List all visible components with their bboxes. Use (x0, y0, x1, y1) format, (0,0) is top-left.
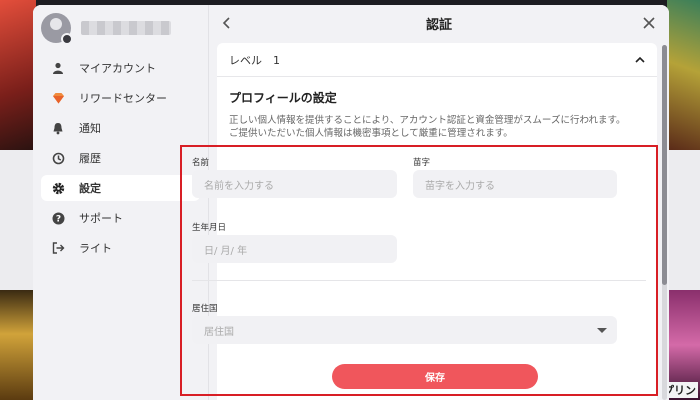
sidebar-item-rewards[interactable]: リワードセンター (41, 85, 200, 111)
avatar[interactable] (41, 13, 73, 45)
chevron-up-icon (635, 56, 645, 63)
back-button[interactable] (217, 13, 237, 33)
birthdate-input[interactable]: 日/ 月/ 年 (192, 235, 397, 263)
help-icon: ? (51, 211, 65, 225)
profile-section-title: プロフィールの設定 (229, 91, 337, 105)
close-icon (643, 17, 655, 29)
panel-header: 認証 (209, 5, 669, 41)
sidebar-item-label: ライト (79, 242, 112, 255)
gem-icon (51, 91, 65, 105)
sidebar-item-history[interactable]: 履歴 (41, 145, 200, 171)
first-name-label: 名前 (192, 158, 210, 168)
user-icon (51, 61, 65, 75)
gear-icon (51, 181, 65, 195)
level-accordion[interactable]: レベル 1 (217, 43, 657, 77)
logout-icon (51, 241, 65, 255)
birthdate-label: 生年月日 (192, 223, 227, 233)
caret-down-icon (597, 328, 607, 333)
svg-text:?: ? (55, 214, 60, 224)
country-select[interactable]: 居住国 (192, 316, 617, 344)
sidebar-item-label: 通知 (79, 122, 101, 135)
sidebar-item-notifications[interactable]: 通知 (41, 115, 200, 141)
game-thumbnail-left[interactable] (0, 290, 36, 400)
sidebar-item-support[interactable]: ? サポート (41, 205, 200, 231)
last-name-input[interactable]: 苗字を入力する (413, 170, 617, 198)
first-name-input[interactable]: 名前を入力する (192, 170, 397, 198)
last-name-label: 苗字 (413, 158, 431, 168)
sidebar-item-label: 履歴 (79, 152, 101, 165)
profile-section-description: 正しい個人情報を提供することにより、アカウント認証と資金管理がスムーズに行われま… (229, 115, 626, 139)
save-button[interactable]: 保存 (332, 364, 538, 389)
level-label: レベル 1 (229, 53, 280, 67)
sidebar-item-my-account[interactable]: マイアカウント (41, 55, 200, 81)
scrollbar[interactable] (662, 45, 667, 400)
sidebar-item-label: リワードセンター (79, 92, 167, 105)
sidebar-item-label: サポート (79, 212, 123, 225)
divider (192, 280, 646, 281)
user-profile (33, 13, 208, 53)
page-title: 認証 (425, 17, 452, 33)
sidebar-item-light[interactable]: ライト (41, 235, 200, 261)
scrollbar-thumb[interactable] (662, 45, 667, 285)
sidebar-item-label: 設定 (79, 182, 101, 195)
country-label: 居住国 (192, 304, 218, 314)
history-icon (51, 151, 65, 165)
background-banner-left (0, 0, 36, 150)
close-button[interactable] (639, 13, 659, 33)
sidebar-item-settings[interactable]: 設定 (41, 175, 200, 201)
bell-icon (51, 121, 65, 135)
username-redacted (81, 21, 171, 35)
chevron-left-icon (222, 17, 230, 29)
camera-icon[interactable] (61, 33, 73, 45)
background-banner-right (667, 0, 700, 150)
profile-form: 名前 名前を入力する 苗字 苗字を入力する 生年月日 日/ 月/ 年 居住国 居… (180, 145, 658, 396)
sidebar-item-label: マイアカウント (79, 62, 156, 75)
